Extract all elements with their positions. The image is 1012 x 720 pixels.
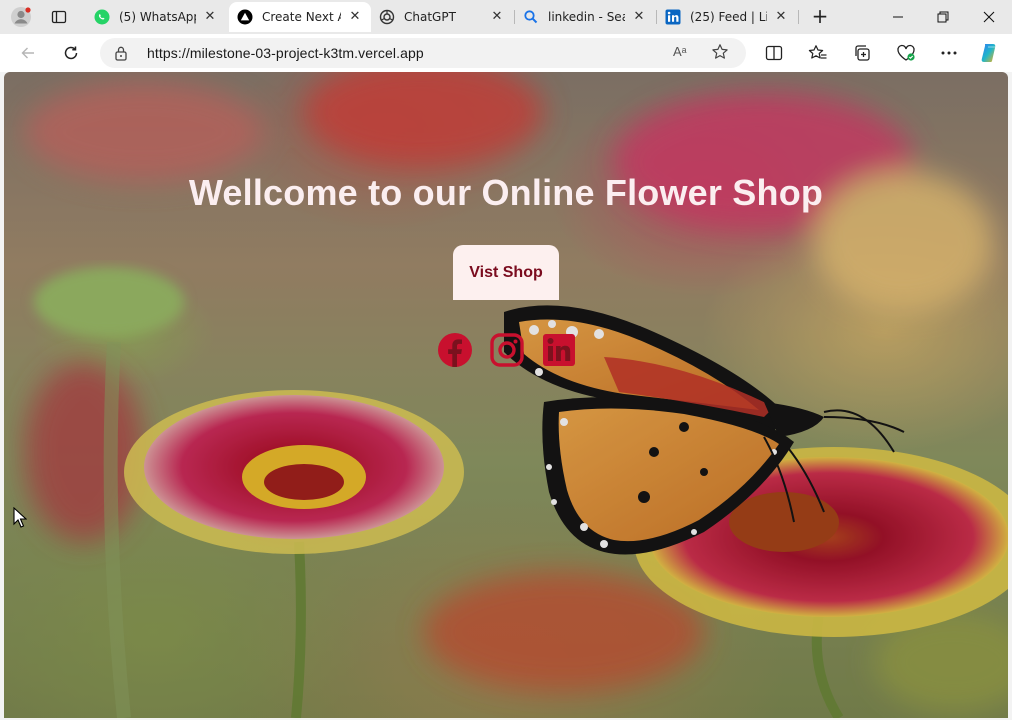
close-icon <box>983 11 995 23</box>
linkedin-link[interactable] <box>541 332 577 368</box>
close-tab-icon[interactable]: ✕ <box>631 9 647 25</box>
tab-linkedin-search[interactable]: linkedin - Search ✕ <box>515 2 655 32</box>
browser-toolbar: https://milestone-03-project-k3tm.vercel… <box>0 34 1012 72</box>
minimize-icon <box>893 16 903 18</box>
more-menu-button[interactable] <box>935 39 963 67</box>
copilot-icon <box>981 44 999 63</box>
favorites-icon <box>808 45 827 59</box>
close-tab-icon[interactable]: ✕ <box>202 9 218 25</box>
tab-strip: (5) WhatsApp ✕ Create Next App ✕ ChatGPT… <box>0 0 1012 34</box>
tab-title: Create Next App <box>262 10 341 24</box>
mouse-cursor-icon <box>13 507 27 528</box>
close-window-button[interactable] <box>966 0 1012 34</box>
lock-icon[interactable] <box>114 45 128 65</box>
linkedin-icon <box>665 9 681 25</box>
address-bar[interactable]: https://milestone-03-project-k3tm.vercel… <box>100 38 746 68</box>
back-button[interactable] <box>14 39 42 67</box>
hero-title: Wellcome to our Online Flower Shop <box>188 172 824 213</box>
tab-title: linkedin - Search <box>548 10 625 24</box>
restore-button[interactable] <box>920 0 966 34</box>
close-tab-icon[interactable]: ✕ <box>489 9 505 25</box>
whatsapp-icon <box>94 9 110 25</box>
tab-create-next-app[interactable]: Create Next App ✕ <box>229 2 371 32</box>
new-tab-button[interactable]: + <box>808 5 832 29</box>
visit-shop-button[interactable]: Vist Shop <box>453 245 559 300</box>
tab-title: (5) WhatsApp <box>119 10 196 24</box>
minimize-button[interactable] <box>875 0 921 34</box>
tab-chatgpt[interactable]: ChatGPT ✕ <box>371 2 513 32</box>
split-screen-icon <box>765 45 783 61</box>
close-tab-icon[interactable]: ✕ <box>773 9 789 25</box>
hero-dim-overlay <box>4 72 1008 718</box>
tab-linkedin-feed[interactable]: (25) Feed | LinkedIn ✕ <box>657 2 797 32</box>
search-icon <box>523 9 539 25</box>
restore-icon <box>937 11 949 23</box>
profile-avatar[interactable] <box>8 5 34 29</box>
heart-pulse-icon <box>897 44 915 61</box>
chatgpt-icon <box>379 9 395 25</box>
tab-title: ChatGPT <box>404 10 456 24</box>
collections-icon <box>855 45 870 61</box>
close-tab-icon[interactable]: ✕ <box>347 9 363 25</box>
facebook-icon <box>438 333 472 367</box>
profile-icon <box>11 7 31 27</box>
nextjs-triangle-icon <box>237 9 253 25</box>
tab-whatsapp[interactable]: (5) WhatsApp ✕ <box>86 2 226 32</box>
social-links <box>437 332 577 368</box>
favorite-star-icon[interactable] <box>711 43 729 65</box>
instagram-link[interactable] <box>489 332 525 368</box>
split-screen-button[interactable] <box>760 39 788 67</box>
favorites-button[interactable] <box>804 39 832 67</box>
copilot-button[interactable] <box>976 39 1004 67</box>
tab-title: (25) Feed | LinkedIn <box>690 10 767 24</box>
ellipsis-icon <box>941 51 957 55</box>
arrow-left-icon <box>21 47 34 59</box>
page-viewport: Wellcome to our Online Flower Shop Vist … <box>4 72 1008 718</box>
tab-actions-icon <box>51 10 67 24</box>
linkedin-icon <box>543 334 575 366</box>
tab-actions-button[interactable] <box>46 5 72 29</box>
instagram-icon <box>490 333 524 367</box>
read-aloud-icon[interactable]: Aᵃ <box>673 44 687 59</box>
url-text[interactable]: https://milestone-03-project-k3tm.vercel… <box>147 45 424 61</box>
refresh-button[interactable] <box>57 39 85 67</box>
collections-button[interactable] <box>848 39 876 67</box>
browser-essentials-button[interactable] <box>892 39 920 67</box>
refresh-icon <box>64 46 78 60</box>
plus-icon: + <box>811 4 829 28</box>
facebook-link[interactable] <box>437 332 473 368</box>
tab-separator <box>798 10 799 24</box>
